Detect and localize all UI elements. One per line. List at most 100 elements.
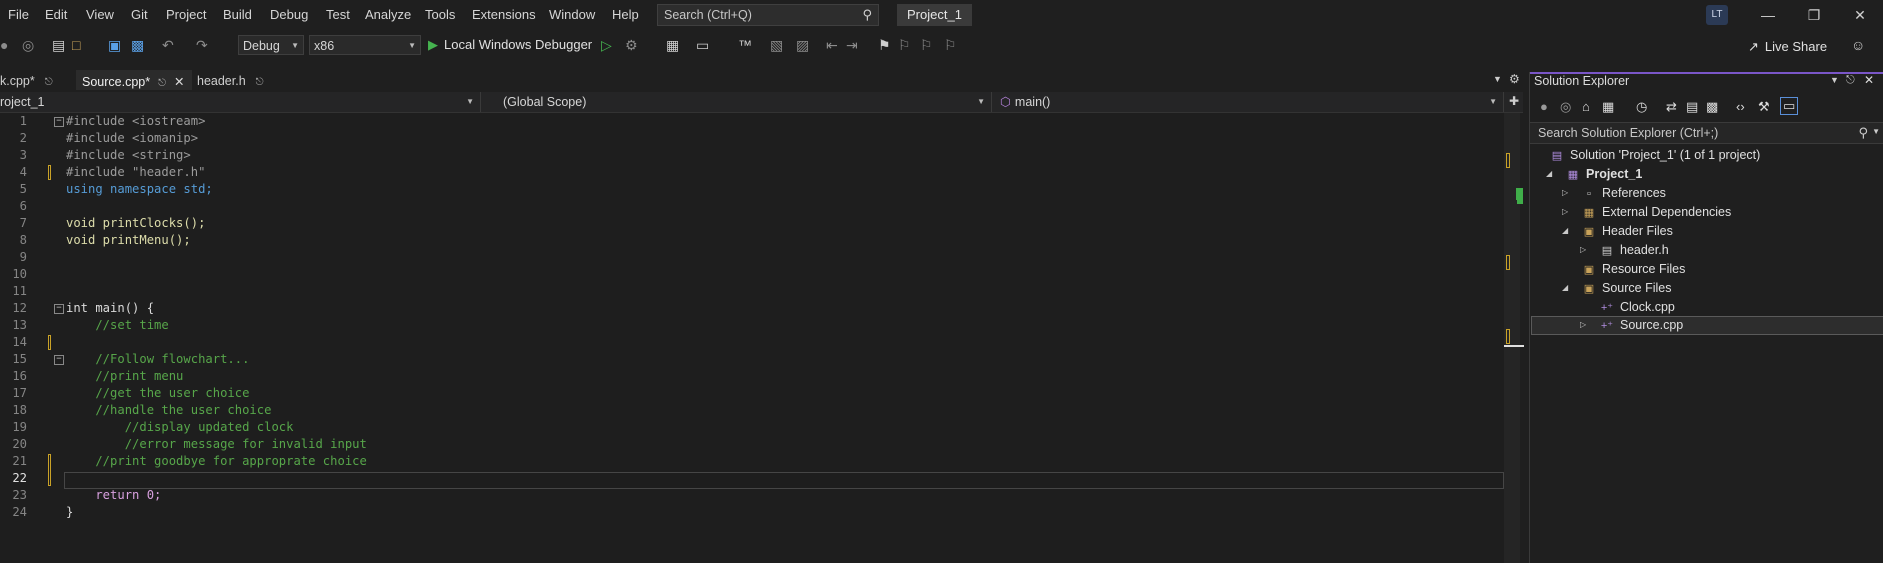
collapsed-icon[interactable]: ▷ (1580, 316, 1586, 334)
avatar[interactable]: LT (1706, 5, 1728, 25)
project-dropdown[interactable]: roject_1 ▼ (0, 92, 481, 112)
code-view-icon[interactable]: ‹› (1736, 99, 1745, 114)
expanded-icon[interactable]: ◢ (1546, 165, 1552, 183)
menu-edit[interactable]: Edit (45, 7, 67, 22)
close-tab-icon[interactable]: ✕ (174, 75, 184, 89)
properties-icon[interactable]: ⚒ (1758, 99, 1770, 115)
tree-item-resource-files[interactable]: ▣ Resource Files (1582, 260, 1686, 278)
navigation-bar: roject_1 ▼ (Global Scope) ▼ ⬡ main() ▼ ✚ (0, 92, 1523, 113)
menu-extensions[interactable]: Extensions (472, 7, 536, 22)
collapsed-icon[interactable]: ▷ (1580, 241, 1586, 259)
tree-item-label: Header Files (1602, 224, 1673, 238)
collapsed-icon[interactable]: ▷ (1562, 184, 1568, 202)
step-over-icon[interactable]: ▨ (796, 37, 809, 53)
code-editor[interactable]: 1 2 3 4 5 6 7 8 9 10 11 12 13 14 15 16 1… (0, 113, 1504, 563)
redo-icon[interactable]: ↷ (196, 37, 208, 53)
tree-item-external-dependencies[interactable]: ▷ ▦ External Dependencies (1562, 203, 1731, 221)
split-icon[interactable]: ✚ (1509, 94, 1519, 108)
preview-selected-icon[interactable]: ▭ (1780, 97, 1799, 115)
solution-search-input[interactable]: Search Solution Explorer (Ctrl+;) ⚲ ▼ (1530, 122, 1883, 144)
code-line: //print menu (66, 369, 184, 383)
outdent-icon[interactable]: ⇤ (826, 37, 838, 53)
hot-reload-icon[interactable]: ⚙ (625, 37, 638, 53)
menu-project[interactable]: Project (166, 7, 206, 22)
settings-icon[interactable]: ⚙ (1509, 72, 1520, 86)
pin-icon[interactable]: ⎋ (256, 77, 264, 88)
chevron-down-icon[interactable]: ▼ (1872, 127, 1880, 136)
pending-changes-icon[interactable]: ◷ (1636, 99, 1647, 115)
nav-back-icon[interactable]: ● (0, 37, 8, 53)
open-folder-icon[interactable]: □ (72, 37, 80, 53)
layout-icon[interactable]: ▭ (696, 37, 709, 53)
show-all-files-icon[interactable]: ▩ (1706, 99, 1718, 115)
tree-item-solution[interactable]: ▤ Solution 'Project_1' (1 of 1 project) (1550, 146, 1761, 164)
nav-forward-icon[interactable]: ◎ (22, 37, 34, 53)
save-all-icon[interactable]: ▩ (131, 37, 144, 53)
tree-item-header-h[interactable]: ▷ ▤ header.h (1580, 241, 1669, 259)
tab-overflow-icon[interactable]: ▼ (1493, 74, 1502, 84)
next-bookmark-icon[interactable]: ⚐ (920, 37, 933, 53)
expanded-icon[interactable]: ◢ (1562, 279, 1568, 297)
bookmark-icon[interactable]: ⚑ (878, 37, 891, 53)
member-dropdown[interactable]: ⬡ main() ▼ (996, 92, 1504, 112)
tab-source-cpp[interactable]: Source.cpp* ⎋ ✕ (76, 70, 192, 90)
feedback-icon[interactable]: ☺ (1851, 37, 1865, 53)
forward-icon[interactable]: ◎ (1560, 99, 1571, 115)
menu-debug[interactable]: Debug (270, 7, 308, 22)
indent-icon[interactable]: ⇥ (846, 37, 858, 53)
platform-dropdown[interactable]: x86 ▼ (309, 35, 421, 55)
pin-icon[interactable]: ⎋ (45, 77, 53, 88)
tab-header-h[interactable]: header.h ⎋ (197, 70, 277, 92)
home-icon[interactable]: ⌂ (1582, 99, 1590, 114)
config-dropdown[interactable]: Debug ▼ (238, 35, 304, 55)
menu-test[interactable]: Test (326, 7, 350, 22)
sync-icon[interactable]: ⇄ (1666, 99, 1677, 115)
browser-link-icon[interactable]: ▦ (666, 37, 679, 53)
close-icon[interactable]: ✕ (1845, 5, 1875, 25)
tree-item-clock-cpp[interactable]: +⁺ Clock.cpp (1600, 298, 1675, 316)
restore-icon[interactable]: ❐ (1799, 5, 1829, 25)
tab-clock-cpp[interactable]: k.cpp* ⎋ (0, 70, 74, 92)
minimize-icon[interactable]: — (1753, 5, 1783, 25)
menu-analyze[interactable]: Analyze (365, 7, 411, 22)
prev-bookmark-icon[interactable]: ⚐ (898, 37, 911, 53)
collapse-all-icon[interactable]: ▤ (1686, 99, 1698, 115)
menu-help[interactable]: Help (612, 7, 639, 22)
menu-window[interactable]: Window (549, 7, 595, 22)
tree-item-source-files[interactable]: ◢ ▣ Source Files (1562, 279, 1671, 297)
pin-icon[interactable]: ⎋ (1846, 74, 1855, 87)
undo-icon[interactable]: ↶ (162, 37, 174, 53)
editor-scrollbar[interactable] (1504, 113, 1524, 563)
collapsed-icon[interactable]: ▷ (1562, 203, 1568, 221)
pin-icon[interactable]: ⎋ (158, 78, 166, 89)
expanded-icon[interactable]: ◢ (1562, 222, 1568, 240)
close-icon[interactable]: ✕ (1864, 73, 1874, 87)
line-number: 8 (19, 233, 27, 247)
tree-item-source-cpp[interactable]: ▷ +⁺ Source.cpp (1580, 316, 1683, 334)
tree-item-header-files[interactable]: ◢ ▣ Header Files (1562, 222, 1673, 240)
solution-icon: ▤ (1551, 150, 1563, 162)
clear-bookmarks-icon[interactable]: ⚐ (944, 37, 957, 53)
menu-file[interactable]: File (8, 7, 29, 22)
menu-tools[interactable]: Tools (425, 7, 455, 22)
panel-menu-icon[interactable]: ▼ (1830, 75, 1839, 85)
scope-dropdown[interactable]: (Global Scope) ▼ (485, 92, 992, 112)
switch-views-icon[interactable]: ▦ (1602, 99, 1614, 115)
spell-check-icon[interactable]: ™ (738, 37, 752, 53)
new-project-icon[interactable]: ▤ (52, 37, 65, 53)
menu-view[interactable]: View (86, 7, 114, 22)
collapse-icon[interactable]: − (54, 355, 64, 365)
start-debugger-button[interactable]: ▶ Local Windows Debugger (428, 37, 592, 53)
step-icon[interactable]: ▧ (770, 37, 783, 53)
live-share-button[interactable]: ↗ Live Share (1748, 39, 1827, 55)
save-icon[interactable]: ▣ (108, 37, 121, 53)
collapse-icon[interactable]: − (54, 117, 64, 127)
tree-item-project[interactable]: ◢ ▦ Project_1 (1546, 165, 1642, 183)
menu-build[interactable]: Build (223, 7, 252, 22)
tree-item-references[interactable]: ▷ ▫ References (1562, 184, 1666, 202)
back-icon[interactable]: ● (1540, 99, 1548, 114)
collapse-icon[interactable]: − (54, 304, 64, 314)
search-input[interactable]: Search (Ctrl+Q) ⚲ (657, 4, 879, 26)
start-without-debugging-icon[interactable]: ▷ (601, 37, 612, 53)
menu-git[interactable]: Git (131, 7, 148, 22)
